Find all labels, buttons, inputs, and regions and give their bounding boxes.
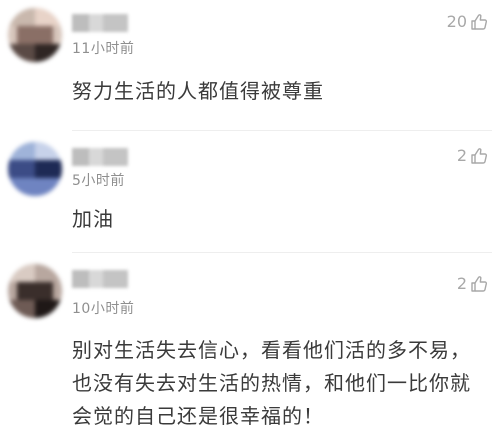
username[interactable] — [72, 270, 128, 288]
like-count: 2 — [456, 146, 467, 165]
comment-time: 5小时前 — [72, 173, 125, 189]
avatar[interactable] — [8, 264, 62, 318]
avatar[interactable] — [8, 8, 62, 62]
like-count: 2 — [456, 274, 467, 293]
divider — [72, 130, 492, 131]
thumbs-up-icon — [470, 13, 488, 31]
comment-text: 努力生活的人都值得被尊重 — [72, 79, 324, 103]
divider — [72, 252, 492, 253]
comment-time: 10小时前 — [72, 301, 135, 317]
like-button[interactable]: 2 — [457, 274, 488, 293]
thumbs-up-icon — [470, 147, 488, 165]
avatar[interactable] — [8, 142, 62, 196]
username[interactable] — [72, 148, 128, 166]
like-button[interactable]: 2 — [457, 146, 488, 165]
username[interactable] — [72, 14, 128, 32]
comment-text: 加油 — [72, 207, 114, 231]
like-count: 20 — [446, 12, 467, 31]
thumbs-up-icon — [470, 275, 488, 293]
comment-list: 11小时前 20 努力生活的人都值得被尊重 5小时前 2 加油 10小时前 2 … — [0, 0, 500, 435]
comment-text: 别对生活失去信心，看看他们活的多不易，也没有失去对生活的热情，和他们一比你就会觉… — [72, 338, 471, 428]
like-button[interactable]: 20 — [447, 12, 488, 31]
comment-time: 11小时前 — [72, 41, 135, 57]
